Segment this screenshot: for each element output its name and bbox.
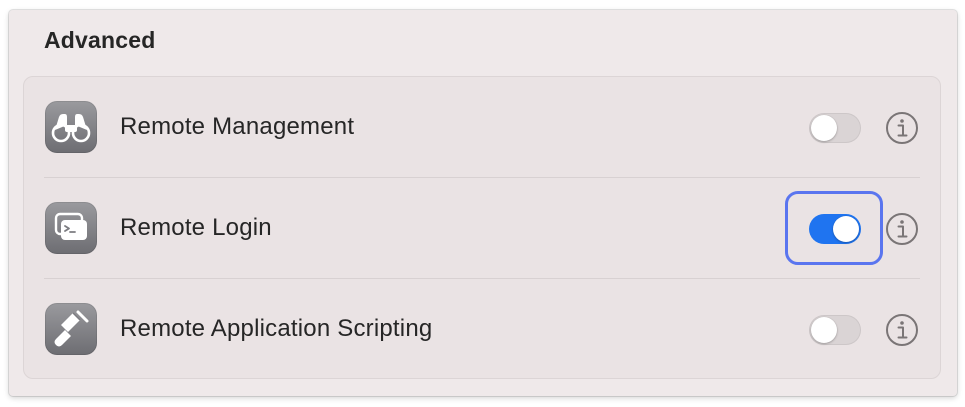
setting-row-remote-login: Remote Login [24, 178, 940, 279]
settings-pane: Advanced Remote Management Remote Login … [9, 10, 957, 396]
toggle-knob [833, 216, 859, 242]
info-icon [886, 314, 918, 346]
remote-management-info-button[interactable] [885, 111, 919, 145]
remote-login-toggle[interactable] [809, 214, 861, 244]
info-icon [886, 112, 918, 144]
setting-label-remote-application-scripting: Remote Application Scripting [120, 315, 433, 342]
remote-application-scripting-info-button[interactable] [885, 313, 919, 347]
section-title: Advanced [44, 27, 156, 53]
settings-group: Remote Management Remote Login Remote Ap… [23, 76, 941, 379]
script-app-icon [45, 303, 97, 355]
setting-row-remote-management: Remote Management [24, 77, 940, 178]
toggle-knob [811, 115, 837, 141]
setting-label-remote-login: Remote Login [120, 214, 272, 241]
info-icon [886, 213, 918, 245]
terminal-windows-icon [45, 202, 97, 254]
setting-label-remote-management: Remote Management [120, 113, 355, 140]
binoculars-icon [45, 101, 97, 153]
setting-row-remote-application-scripting: Remote Application Scripting [24, 279, 940, 380]
remote-application-scripting-toggle[interactable] [809, 315, 861, 345]
toggle-knob [811, 317, 837, 343]
remote-management-toggle[interactable] [809, 113, 861, 143]
remote-login-info-button[interactable] [885, 212, 919, 246]
